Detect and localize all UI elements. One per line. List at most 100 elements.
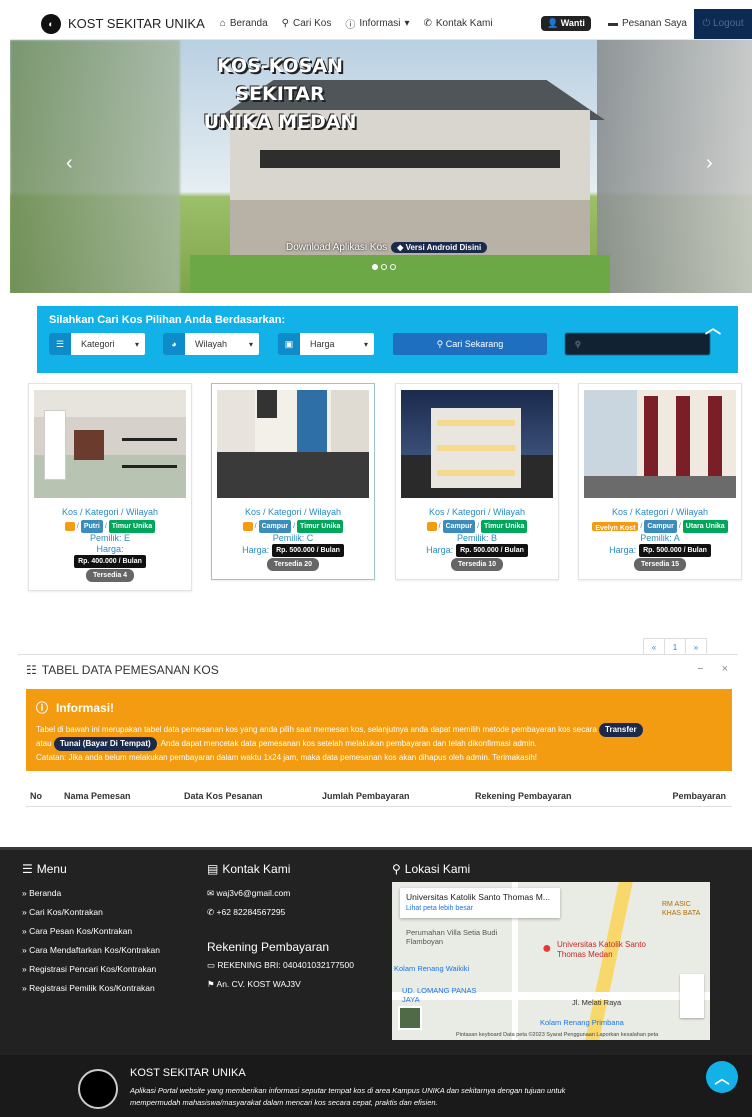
harga-label: Harga:: [96, 544, 124, 554]
cari-label: Cari Sekarang: [445, 339, 504, 349]
availability-badge: Tersedia 10: [450, 558, 503, 571]
logout-button[interactable]: ⏻ Logout: [694, 8, 752, 39]
footer-link[interactable]: » Registrasi Pemilik Kos/Kontrakan: [22, 979, 160, 998]
flag-icon: ⚑: [207, 979, 215, 989]
footer-link[interactable]: » Cara Pesan Kos/Kontrakan: [22, 922, 160, 941]
scroll-top-button[interactable]: ︿: [706, 1061, 738, 1093]
hero-title-line1: KOS-KOSAN SEKITAR: [217, 55, 343, 105]
kos-card[interactable]: Kos / Kategori / Wilayah / Campur / Timur U…: [395, 383, 559, 580]
footer-location: ⚲ Lokasi Kami: [392, 862, 470, 884]
zoom-out-icon[interactable]: −: [680, 994, 704, 1014]
site-desc-line2: mempermudah mahasiswa/masyarakat dalam m…: [130, 1098, 438, 1107]
harga-value: Harga: [310, 339, 335, 349]
wilayah-value: Wilayah: [195, 339, 228, 349]
alert-title: Informasi!: [56, 700, 115, 715]
map-place-name: Universitas Katolik Santo Thomas M...: [406, 892, 550, 902]
globe-icon: ◕: [163, 333, 185, 355]
brand-logo[interactable]: ◐: [41, 14, 61, 34]
transfer-badge: Transfer: [599, 723, 643, 737]
hero-title: KOS-KOSAN SEKITAR UNIKA MEDAN: [180, 52, 380, 136]
search-panel: Silahkan Cari Kos Pilihan Anda Berdasark…: [37, 306, 738, 373]
carousel-dot[interactable]: [381, 264, 387, 270]
nav-beranda[interactable]: ⌂ Beranda: [213, 8, 275, 39]
map-info-card: Universitas Katolik Santo Thomas M... Li…: [400, 888, 560, 918]
kategori-select[interactable]: ☰ Kategori ▾: [49, 333, 145, 355]
rekening-title: Rekening Pembayaran: [207, 940, 330, 954]
table-icon: ☷: [26, 663, 37, 677]
hero-title-line2: UNIKA MEDAN: [203, 111, 357, 133]
credit-card-icon: ▭: [207, 960, 216, 970]
map-layer-toggle[interactable]: [398, 1006, 422, 1030]
search-icon: ⚲: [575, 339, 581, 349]
email-text: waj3v6@gmail.com: [216, 888, 291, 898]
info-alert: ⓘ Informasi! Tabel di bawah ini merupakan…: [26, 689, 732, 771]
hero-next-slide: [597, 40, 752, 293]
search-title: Silahkan Cari Kos Pilihan Anda Berdasark…: [49, 314, 286, 326]
footer-link[interactable]: » Beranda: [22, 884, 160, 903]
wilayah-tag: Timur Unika: [297, 520, 344, 533]
user-badge[interactable]: 👤 Wanti: [541, 16, 591, 31]
advanced-search-button[interactable]: ⚲: [565, 333, 710, 355]
availability-badge: Tersedia 20: [266, 558, 319, 571]
building-rail: [260, 150, 560, 168]
carousel-dot[interactable]: [372, 264, 378, 270]
harga-select[interactable]: ▣ Harga ▾: [278, 333, 374, 355]
alert-note: Catatan: Jika anda belum melakukan pemba…: [36, 753, 538, 762]
tunai-badge: Tunai (Bayar Di Tempat): [53, 737, 157, 751]
kos-card[interactable]: Kos / Kategori / Wilayah Evelyn Kost / Cam…: [578, 383, 742, 580]
carousel-dot[interactable]: [390, 264, 396, 270]
logout-label: Logout: [713, 18, 744, 29]
footer-link[interactable]: » Cara Mendaftarkan Kos/Kontrakan: [22, 941, 160, 960]
kos-meta: Kos / Kategori / Wilayah: [428, 507, 526, 517]
col-data-kos: Data Kos Pesanan: [184, 791, 263, 801]
google-map[interactable]: Universitas Katolik Santo Thomas M... Li…: [392, 882, 710, 1040]
close-icon[interactable]: ×: [722, 663, 728, 675]
map-larger-link[interactable]: Lihat peta lebih besar: [406, 905, 554, 912]
collapse-icon[interactable]: −: [697, 663, 703, 675]
wilayah-tag: Utara Unika: [682, 520, 728, 533]
wilayah-select[interactable]: ◕ Wilayah ▾: [163, 333, 259, 355]
kos-card[interactable]: Kos / Kategori / Wilayah / Putri / Timur Un…: [28, 383, 192, 591]
owner-label: Pemilik: E: [89, 533, 130, 543]
cari-sekarang-button[interactable]: ⚲ Cari Sekarang: [393, 333, 547, 355]
nav-informasi[interactable]: ⓘ Informasi ▾: [338, 8, 416, 39]
harga-label: Harga:: [426, 545, 454, 555]
alert-text: . Anda dapat mencetak data pemesanan kos…: [156, 739, 537, 748]
col-pembayaran: Pembayaran: [672, 791, 726, 801]
kos-meta: Kos / Kategori / Wilayah: [611, 507, 709, 517]
map-label: RM ASIC KHAS BATA: [662, 901, 701, 917]
zoom-in-icon[interactable]: +: [680, 974, 704, 994]
email-item[interactable]: ✉ waj3v6@gmail.com: [207, 884, 354, 903]
search-icon: ⚲: [281, 18, 289, 29]
nav-kontak[interactable]: ✆ Kontak Kami: [416, 8, 499, 39]
nav-cari-kos[interactable]: ⚲ Cari Kos: [275, 8, 339, 39]
chevron-up-icon[interactable]: ︿: [705, 314, 721, 338]
info-icon: ⓘ: [345, 20, 356, 31]
site-description: Aplikasi Portal website yang memberikan …: [130, 1085, 650, 1109]
map-pin-icon: ●: [542, 940, 552, 957]
android-download-link[interactable]: ◆ Versi Android Disini: [391, 242, 488, 253]
footer-link[interactable]: » Registrasi Pencari Kos/Kontrakan: [22, 960, 160, 979]
kos-photo: [584, 390, 736, 498]
col-no: No: [30, 791, 42, 801]
col-rekening: Rekening Pembayaran: [475, 791, 572, 801]
hero-carousel: KOS-KOSAN SEKITAR UNIKA MEDAN Download A…: [10, 40, 752, 293]
brand-text: KOST SEKITAR UNIKA: [68, 16, 205, 31]
footer-link[interactable]: » Cari Kos/Kontrakan: [22, 903, 160, 922]
price-badge: Rp. 500.000 / Bulan: [272, 544, 344, 557]
alert-text: Tabel di bawah ini merupakan tabel data …: [36, 725, 597, 734]
availability-badge: Tersedia 15: [633, 558, 686, 571]
phone-item[interactable]: ✆ +62 82284567295: [207, 903, 354, 922]
kos-photo: [217, 390, 369, 498]
nav-pesanan[interactable]: ▬ Pesanan Saya: [601, 8, 694, 39]
kos-card[interactable]: Kos / Kategori / Wilayah / Campur / Timur U…: [211, 383, 375, 580]
wilayah-tag: Timur Unika: [481, 520, 528, 533]
footer-link-label: Registrasi Pemilik Kos/Kontrakan: [29, 983, 155, 993]
footer-link-label: Cara Pesan Kos/Kontrakan: [29, 926, 133, 936]
carousel-prev-arrow[interactable]: ‹: [66, 152, 73, 175]
nav-label: Pesanan Saya: [621, 18, 687, 29]
money-icon: ▣: [278, 333, 300, 355]
map-label: Perumahan Villa Setia Budi Flamboyan: [406, 928, 498, 946]
kategori-tag: Campur: [644, 520, 677, 533]
carousel-next-arrow[interactable]: ›: [706, 152, 713, 175]
